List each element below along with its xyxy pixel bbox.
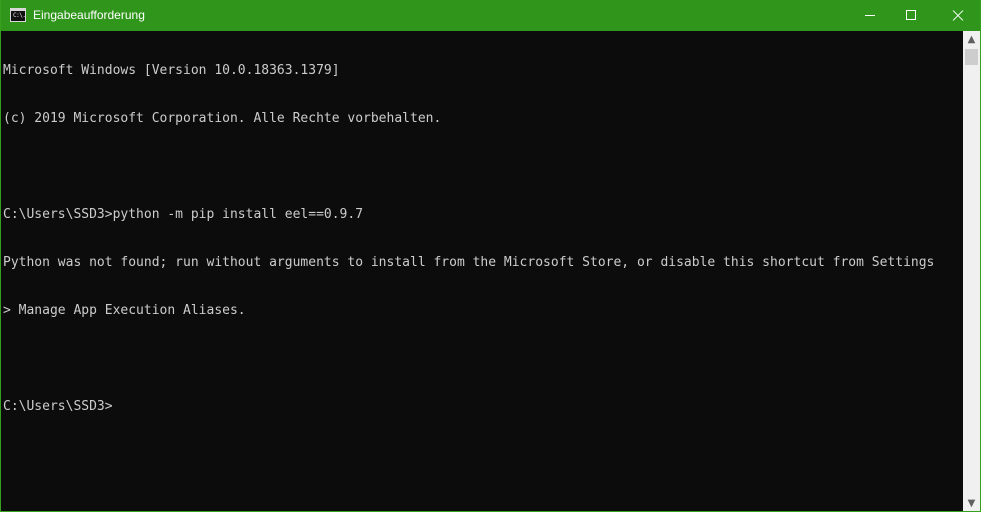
maximize-button[interactable]	[888, 0, 934, 31]
scroll-up-icon[interactable]: ▲	[963, 31, 980, 48]
window-title: Eingabeaufforderung	[33, 8, 145, 22]
console-prompt[interactable]: C:\Users\SSD3>	[3, 399, 961, 415]
maximize-icon	[906, 10, 916, 20]
cmd-icon-glyph: C:\.	[13, 12, 26, 19]
console-output[interactable]: Microsoft Windows [Version 10.0.18363.13…	[3, 31, 961, 511]
scroll-thumb[interactable]	[965, 49, 978, 65]
close-button[interactable]	[936, 0, 980, 31]
console-line: > Manage App Execution Aliases.	[3, 303, 246, 318]
console-line: Microsoft Windows [Version 10.0.18363.13…	[3, 63, 340, 78]
console-line: C:\Users\SSD3>python -m pip install eel=…	[3, 207, 364, 222]
console-line: (c) 2019 Microsoft Corporation. Alle Rec…	[3, 111, 442, 126]
scroll-down-icon[interactable]: ▼	[963, 495, 980, 511]
minimize-icon	[865, 15, 875, 16]
vertical-scrollbar[interactable]: ▲ ▼	[963, 31, 980, 511]
title-bar[interactable]: C:\. Eingabeaufforderung	[1, 0, 980, 31]
cmd-icon[interactable]: C:\.	[10, 8, 26, 22]
console-line: Python was not found; run without argume…	[3, 255, 935, 270]
console-window: C:\. Eingabeaufforderung Microsoft Windo…	[0, 0, 981, 512]
